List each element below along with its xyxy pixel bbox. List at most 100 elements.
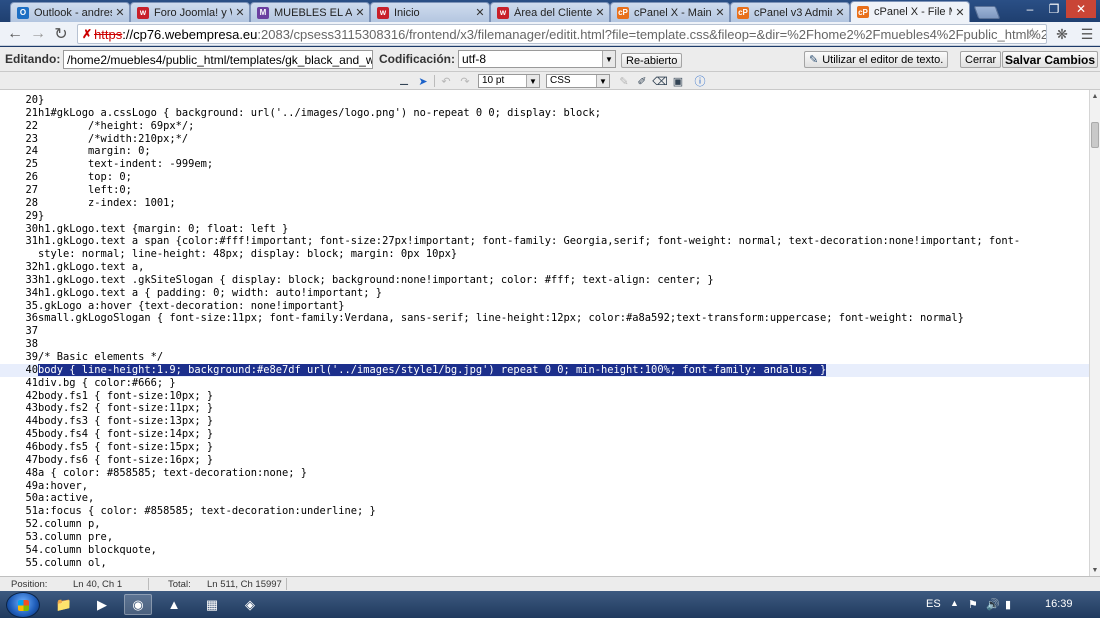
scroll-down-icon[interactable]: ▼ <box>1090 565 1100 575</box>
fullscreen-icon[interactable]: ▣ <box>671 74 685 88</box>
flag-icon[interactable]: ⚑ <box>968 598 978 611</box>
go-to-line-icon[interactable]: ➤ <box>416 74 430 88</box>
code-line[interactable]: 34h1.gkLogo.text a { padding: 0; width: … <box>0 287 1090 300</box>
extension-icon[interactable]: ❋ <box>1052 24 1072 44</box>
code-line[interactable]: 55.column ol, <box>0 557 1090 570</box>
code-line[interactable]: 43body.fs2 { font-size:11px; } <box>0 402 1090 415</box>
code-line[interactable]: 26 top: 0; <box>0 171 1090 184</box>
code-line[interactable]: 28 z-index: 1001; <box>0 197 1090 210</box>
start-button[interactable] <box>6 592 40 618</box>
close-tab-icon[interactable]: ✕ <box>355 6 365 19</box>
bookmark-star-icon[interactable]: ☆ <box>1026 25 1039 42</box>
network-signal-icon[interactable]: ▮ <box>1005 598 1011 611</box>
volume-icon[interactable]: 🔊 <box>986 598 1000 611</box>
code-line[interactable]: 25 text-indent: -999em; <box>0 158 1090 171</box>
brush-icon[interactable]: ✐ <box>635 74 649 88</box>
eraser-icon[interactable]: ⌫ <box>652 74 668 88</box>
undo-icon[interactable]: ↶ <box>439 74 453 88</box>
browser-tab[interactable]: O Outlook - andres2✕ <box>10 2 130 22</box>
file-explorer-icon[interactable]: 📁 <box>50 594 78 615</box>
code-line[interactable]: 31h1.gkLogo.text a span {color:#fff!impo… <box>0 235 1090 248</box>
browser-tab[interactable]: w Foro Joomla! y We✕ <box>130 2 250 22</box>
code-line-selected[interactable]: 40body { line-height:1.9; background:#e8… <box>0 363 1090 377</box>
highlight-toggle-icon[interactable]: ✎ <box>617 74 631 88</box>
close-tab-icon[interactable]: ✕ <box>115 6 125 19</box>
media-player-icon[interactable]: ▶ <box>88 594 116 615</box>
window-app-icon[interactable]: ▦ <box>198 594 226 615</box>
back-arrow-icon[interactable]: ← <box>5 24 25 44</box>
browser-tab[interactable]: cP cPanel v3 Admin ✕ <box>730 2 850 22</box>
code-line[interactable]: 46body.fs5 { font-size:15px; } <box>0 441 1090 454</box>
code-editor[interactable]: 20} 21h1#gkLogo a.cssLogo { background: u… <box>0 90 1090 576</box>
code-line[interactable]: 47body.fs6 { font-size:16px; } <box>0 454 1090 467</box>
network-app-icon[interactable]: ▲ <box>160 594 188 615</box>
code-line[interactable]: 50a:active, <box>0 492 1090 505</box>
code-line[interactable]: style: normal; line-height: 48px; displa… <box>0 248 1090 261</box>
use-text-editor-button[interactable]: ✎ Utilizar el editor de texto. <box>804 51 949 68</box>
code-line[interactable]: 30h1.gkLogo.text {margin: 0; float: left… <box>0 223 1090 236</box>
address-bar[interactable]: ✗ https://cp76.webempresa.eu:2083/cpsess3… <box>77 24 1047 44</box>
code-line[interactable]: 32h1.gkLogo.text a, <box>0 261 1090 274</box>
close-file-button[interactable]: Cerrar <box>960 51 1002 68</box>
search-binoculars-icon[interactable]: ⚊ <box>397 74 411 88</box>
code-line[interactable]: 39/* Basic elements */ <box>0 351 1090 364</box>
menu-icon[interactable]: ☰ <box>1077 24 1097 44</box>
vertical-scrollbar[interactable]: ▲ ▼ <box>1089 90 1100 576</box>
browser-tab[interactable]: cP cPanel X - File Ma✕ <box>850 1 970 22</box>
reload-icon[interactable]: ↻ <box>51 24 71 44</box>
close-tab-icon[interactable]: ✕ <box>715 6 725 19</box>
code-line[interactable]: 22 /*height: 69px*/; <box>0 120 1090 133</box>
font-size-select[interactable]: 10 pt ▼ <box>478 74 540 88</box>
code-line[interactable]: 23 /*width:210px;*/ <box>0 133 1090 146</box>
scrollbar-thumb[interactable] <box>1091 122 1099 148</box>
syntax-select[interactable]: CSS ▼ <box>546 74 610 88</box>
close-tab-icon[interactable]: ✕ <box>955 6 965 19</box>
code-line[interactable]: 36small.gkLogoSlogan { font-size:11px; f… <box>0 312 1090 325</box>
code-line[interactable]: 41div.bg { color:#666; } <box>0 377 1090 390</box>
minimize-button[interactable]: – <box>1018 0 1042 18</box>
save-changes-button[interactable]: Salvar Cambios <box>1002 51 1098 68</box>
code-line[interactable]: 37 <box>0 325 1090 338</box>
code-line[interactable]: 38 <box>0 338 1090 351</box>
code-line[interactable]: 33h1.gkLogo.text .gkSiteSlogan { display… <box>0 274 1090 287</box>
forward-arrow-icon[interactable]: → <box>28 24 48 44</box>
close-tab-icon[interactable]: ✕ <box>835 6 845 19</box>
reopen-button[interactable]: Re-abierto <box>621 53 683 68</box>
code-line[interactable]: 45body.fs4 { font-size:14px; } <box>0 428 1090 441</box>
remote-app-icon[interactable]: ◈ <box>236 594 264 615</box>
code-line[interactable]: 49a:hover, <box>0 480 1090 493</box>
code-line[interactable]: 24 margin: 0; <box>0 145 1090 158</box>
maximize-button[interactable]: ❐ <box>1042 0 1066 18</box>
close-tab-icon[interactable]: ✕ <box>475 6 485 19</box>
close-tab-icon[interactable]: ✕ <box>235 6 245 19</box>
code-line[interactable]: 44body.fs3 { font-size:13px; } <box>0 415 1090 428</box>
browser-tab[interactable]: w Inicio ✕ <box>370 2 490 22</box>
new-tab-button[interactable] <box>973 6 1001 19</box>
code-line[interactable]: 48a { color: #858585; text-decoration:no… <box>0 467 1090 480</box>
browser-tab[interactable]: cP cPanel X - Main ✕ <box>610 2 730 22</box>
close-tab-icon[interactable]: ✕ <box>595 6 605 19</box>
code-line[interactable]: 35.gkLogo a:hover {text-decoration: none… <box>0 300 1090 313</box>
redo-icon[interactable]: ↷ <box>458 74 472 88</box>
code-line[interactable]: 53.column pre, <box>0 531 1090 544</box>
file-path-field[interactable]: /home2/muebles4/public_html/templates/gk… <box>63 50 373 69</box>
code-line[interactable]: 21h1#gkLogo a.cssLogo { background: url(… <box>0 107 1090 120</box>
code-line[interactable]: 52.column p, <box>0 518 1090 531</box>
line-number: 31 <box>25 235 38 248</box>
code-line[interactable]: 29} <box>0 210 1090 223</box>
window-close-button[interactable]: ✕ <box>1066 0 1096 18</box>
code-line[interactable]: 51a:focus { color: #858585; text-decorat… <box>0 505 1090 518</box>
browser-tab[interactable]: M MUEBLES EL ARTE✕ <box>250 2 370 22</box>
show-hidden-icons-icon[interactable]: ▲ <box>950 598 959 608</box>
browser-tab[interactable]: w Área del Cliente ✕ <box>490 2 610 22</box>
language-indicator[interactable]: ES <box>926 598 941 610</box>
code-line[interactable]: 54.column blockquote, <box>0 544 1090 557</box>
scroll-up-icon[interactable]: ▲ <box>1090 91 1100 101</box>
encoding-select[interactable]: utf-8 ▼ <box>458 50 616 68</box>
code-line[interactable]: 42body.fs1 { font-size:10px; } <box>0 390 1090 403</box>
clock[interactable]: 16:39 <box>1045 598 1073 610</box>
code-line[interactable]: 27 left:0; <box>0 184 1090 197</box>
help-icon[interactable]: ⓘ <box>693 74 707 88</box>
code-line[interactable]: 20} <box>0 94 1090 107</box>
chrome-icon[interactable]: ◉ <box>124 594 152 615</box>
